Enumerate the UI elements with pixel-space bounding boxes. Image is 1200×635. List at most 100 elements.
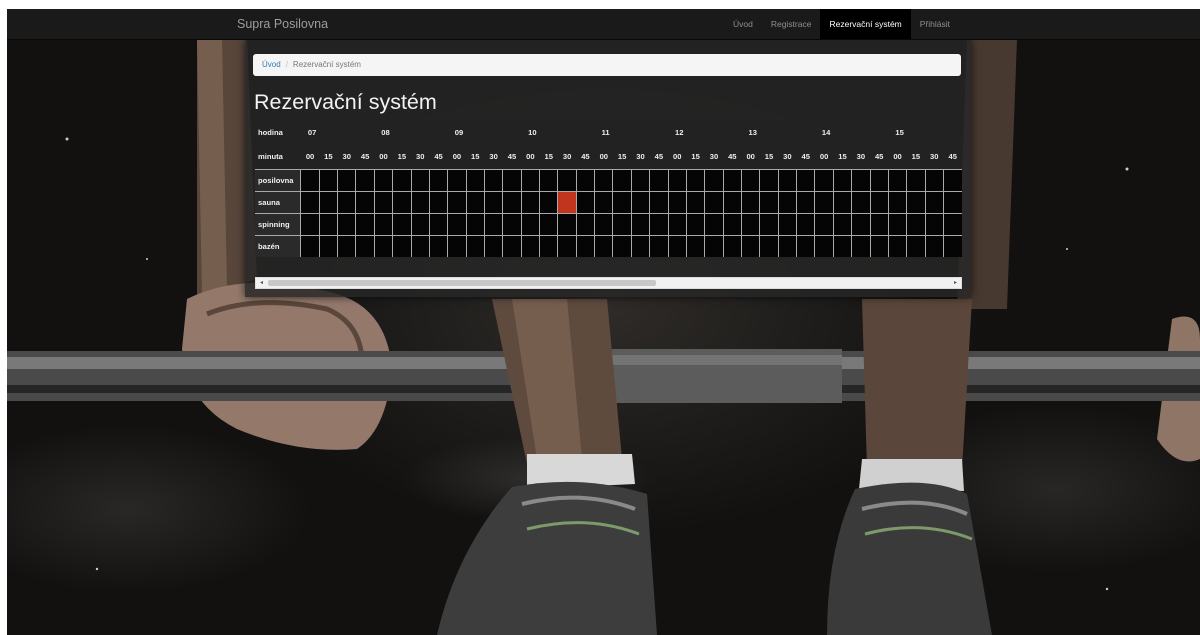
time-slot[interactable] — [337, 212, 356, 235]
time-slot[interactable] — [649, 168, 669, 191]
time-slot[interactable] — [722, 212, 742, 235]
time-slot[interactable] — [649, 212, 669, 235]
time-slot[interactable] — [796, 234, 815, 257]
time-slot[interactable] — [539, 190, 558, 213]
time-slot[interactable] — [906, 190, 926, 213]
time-slot[interactable] — [483, 190, 503, 213]
time-slot[interactable] — [502, 212, 522, 235]
time-slot[interactable] — [612, 234, 632, 257]
time-slot[interactable] — [594, 212, 613, 235]
time-slot[interactable] — [355, 168, 375, 191]
time-slot[interactable] — [630, 234, 650, 257]
time-slot[interactable] — [796, 168, 815, 191]
time-slot[interactable] — [392, 168, 412, 191]
time-slot[interactable] — [924, 190, 944, 213]
time-slot[interactable] — [465, 168, 485, 191]
time-slot[interactable] — [502, 168, 522, 191]
time-slot[interactable] — [447, 190, 467, 213]
time-slot[interactable] — [502, 234, 522, 257]
time-slot[interactable] — [392, 190, 412, 213]
nav-item-uvod[interactable]: Úvod — [724, 9, 762, 39]
time-slot[interactable] — [942, 234, 962, 257]
time-slot[interactable] — [869, 212, 889, 235]
time-slot[interactable] — [832, 234, 852, 257]
time-slot[interactable] — [300, 168, 320, 191]
time-slot[interactable] — [520, 234, 540, 257]
time-slot[interactable] — [337, 190, 356, 213]
scroll-right-arrow-icon[interactable]: ▸ — [950, 278, 961, 288]
time-slot[interactable] — [612, 190, 632, 213]
time-slot[interactable] — [851, 234, 870, 257]
time-slot[interactable] — [520, 190, 540, 213]
time-slot[interactable] — [704, 212, 724, 235]
nav-item-rezervacni-system[interactable]: Rezervační systém — [820, 9, 911, 39]
time-slot[interactable] — [722, 234, 742, 257]
time-slot[interactable] — [924, 234, 944, 257]
time-slot[interactable] — [924, 168, 944, 191]
time-slot[interactable] — [355, 190, 375, 213]
time-slot[interactable] — [318, 212, 338, 235]
time-slot[interactable] — [318, 190, 338, 213]
time-slot[interactable] — [704, 168, 724, 191]
time-slot[interactable] — [612, 212, 632, 235]
time-slot[interactable] — [428, 212, 448, 235]
time-slot[interactable] — [667, 168, 687, 191]
time-slot[interactable] — [465, 212, 485, 235]
time-slot[interactable] — [428, 168, 448, 191]
time-slot[interactable] — [557, 212, 577, 235]
time-slot[interactable] — [630, 212, 650, 235]
time-slot[interactable] — [300, 212, 320, 235]
time-slot[interactable] — [575, 168, 595, 191]
time-slot[interactable] — [410, 234, 430, 257]
time-slot[interactable] — [814, 190, 834, 213]
time-slot[interactable] — [887, 168, 907, 191]
time-slot[interactable] — [483, 212, 503, 235]
time-slot[interactable] — [814, 168, 834, 191]
time-slot[interactable] — [392, 212, 412, 235]
time-slot[interactable] — [942, 212, 962, 235]
nav-item-registrace[interactable]: Registrace — [762, 9, 821, 39]
time-slot[interactable] — [740, 234, 760, 257]
time-slot[interactable] — [759, 234, 779, 257]
time-slot[interactable] — [869, 234, 889, 257]
time-slot[interactable] — [318, 234, 338, 257]
time-slot[interactable] — [373, 190, 393, 213]
time-slot[interactable] — [924, 212, 944, 235]
time-slot[interactable] — [777, 234, 797, 257]
time-slot[interactable] — [355, 234, 375, 257]
time-slot[interactable] — [392, 234, 412, 257]
time-slot[interactable] — [814, 234, 834, 257]
time-slot[interactable] — [942, 190, 962, 213]
time-slot[interactable] — [428, 190, 448, 213]
time-slot[interactable] — [906, 212, 926, 235]
time-slot[interactable] — [520, 168, 540, 191]
time-slot[interactable] — [483, 234, 503, 257]
time-slot[interactable] — [851, 168, 870, 191]
time-slot[interactable] — [465, 190, 485, 213]
time-slot[interactable] — [428, 234, 448, 257]
breadcrumb-home-link[interactable]: Úvod — [262, 60, 281, 69]
time-slot[interactable] — [575, 190, 595, 213]
time-slot[interactable] — [649, 234, 669, 257]
time-slot[interactable] — [373, 212, 393, 235]
time-slot[interactable] — [887, 190, 907, 213]
time-slot[interactable] — [832, 168, 852, 191]
time-slot[interactable] — [557, 168, 577, 191]
time-slot[interactable] — [318, 168, 338, 191]
time-slot[interactable] — [740, 190, 760, 213]
time-slot[interactable] — [465, 234, 485, 257]
time-slot[interactable] — [869, 190, 889, 213]
time-slot[interactable] — [851, 212, 870, 235]
time-slot[interactable] — [300, 234, 320, 257]
time-slot[interactable] — [410, 168, 430, 191]
time-slot[interactable] — [447, 168, 467, 191]
time-slot[interactable] — [759, 190, 779, 213]
time-slot[interactable] — [740, 212, 760, 235]
time-slot[interactable] — [539, 212, 558, 235]
time-slot[interactable] — [667, 234, 687, 257]
time-slot[interactable] — [539, 234, 558, 257]
time-slot[interactable] — [447, 212, 467, 235]
time-slot[interactable] — [869, 168, 889, 191]
horizontal-scrollbar[interactable]: ◂ ▸ — [255, 277, 962, 289]
schedule-scroll-area[interactable]: hodina 07 08 09 10 11 12 13 14 15 minuta 00 15 30 45 00… — [255, 121, 962, 270]
